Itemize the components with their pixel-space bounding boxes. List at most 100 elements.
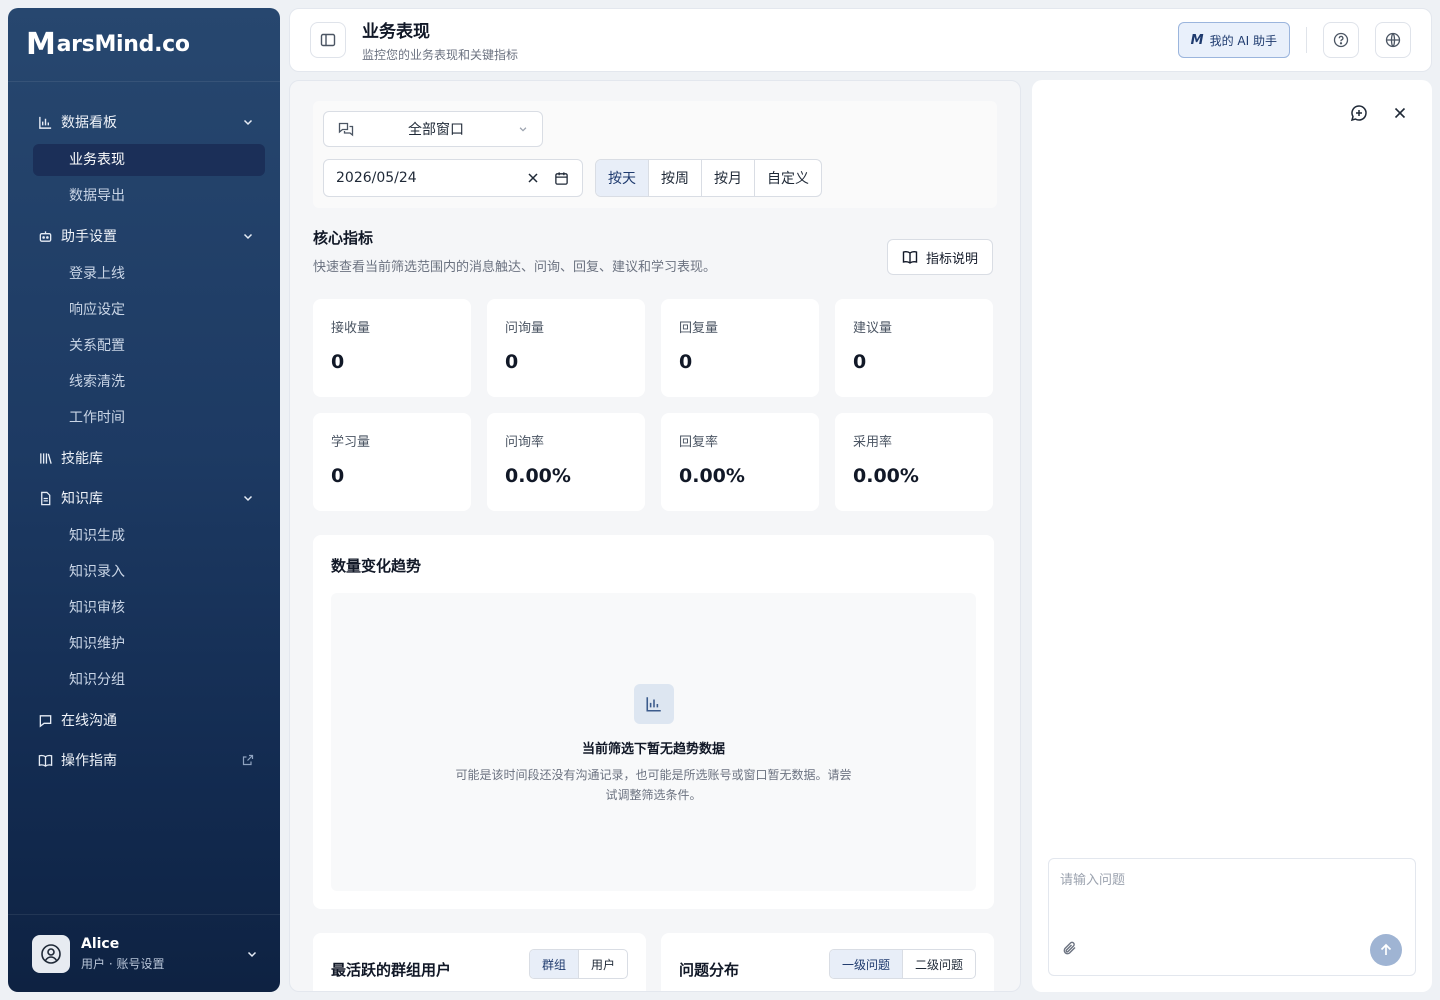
trend-card: 数量变化趋势 当前筛选下暂无趋势数据 可能是该时间段还没有沟通记录，也可能是所选…	[313, 535, 994, 909]
sidebar-item-knowledge-generate[interactable]: 知识生成	[33, 520, 265, 552]
tab-users[interactable]: 用户	[578, 950, 627, 978]
brand-m-icon: M	[1190, 32, 1204, 48]
metric-label: 接收量	[331, 321, 371, 336]
metric-label: 问询率	[505, 435, 545, 450]
metric-label: 建议量	[853, 321, 893, 336]
metric-value: 0	[679, 351, 693, 373]
sidebar-item-relations[interactable]: 关系配置	[33, 330, 265, 362]
clear-date-icon[interactable]	[524, 169, 542, 187]
metric-value: 0	[331, 465, 345, 487]
calendar-icon[interactable]	[552, 169, 570, 187]
date-value: 2026/05/24	[336, 170, 417, 186]
paperclip-icon[interactable]	[1061, 939, 1079, 957]
metric-card: 回复率 0.00%	[661, 413, 819, 511]
library-icon	[37, 450, 53, 466]
sidebar-item-data-export[interactable]: 数据导出	[33, 180, 265, 212]
globe-icon	[1385, 32, 1401, 48]
sidebar-item-lead-cleaning[interactable]: 线索清洗	[33, 366, 265, 398]
tab-level-1[interactable]: 一级问题	[830, 950, 903, 978]
sidebar-item-business-performance[interactable]: 业务表现	[33, 144, 265, 176]
question-level-toggle: 一级问题 二级问题	[829, 949, 977, 979]
metric-value: 0.00%	[505, 465, 571, 487]
empty-state-desc: 可能是该时间段还没有沟通记录，也可能是所选账号或窗口暂无数据。请尝试调整筛选条件…	[455, 767, 852, 802]
document-icon	[37, 490, 53, 506]
sidebar-item-knowledge-maintain[interactable]: 知识维护	[33, 628, 265, 660]
ai-assistant-panel	[1032, 80, 1432, 992]
language-button[interactable]	[1375, 22, 1411, 58]
brand-logo[interactable]: MarsMind.co	[8, 8, 280, 82]
ai-assistant-label: 我的 AI 助手	[1209, 33, 1277, 48]
nav-group-assistant-settings[interactable]: 助手设置	[8, 216, 280, 256]
chevron-down-icon	[243, 119, 253, 126]
toggle-sidebar-button[interactable]	[310, 22, 346, 58]
core-metrics-title: 核心指标	[313, 229, 374, 247]
active-users-toggle: 群组 用户	[529, 949, 629, 979]
tab-level-2[interactable]: 二级问题	[902, 950, 975, 978]
metric-label: 问询量	[505, 321, 545, 336]
question-distribution-title: 问题分布	[679, 961, 740, 979]
metric-card: 问询量 0	[487, 299, 645, 397]
chat-bubbles-icon	[338, 122, 354, 137]
close-panel-button[interactable]	[1389, 102, 1411, 124]
nav-group-label: 助手设置	[61, 229, 117, 245]
top-header: 业务表现 监控您的业务表现和关键指标 M 我的 AI 助手	[289, 8, 1432, 72]
arrow-up-icon	[1380, 943, 1392, 955]
ai-assistant-button[interactable]: M 我的 AI 助手	[1177, 22, 1290, 58]
metric-card: 回复量 0	[661, 299, 819, 397]
empty-state-title: 当前筛选下暂无趋势数据	[581, 741, 725, 757]
period-day-button[interactable]: 按天	[596, 160, 648, 196]
user-menu[interactable]: Alice 用户 · 账号设置	[8, 914, 280, 992]
trend-empty-state: 当前筛选下暂无趋势数据 可能是该时间段还没有沟通记录，也可能是所选账号或窗口暂无…	[331, 593, 976, 891]
active-users-title: 最活跃的群组用户	[331, 961, 452, 979]
close-icon	[1394, 107, 1406, 119]
metric-label: 采用率	[853, 435, 893, 450]
send-button[interactable]	[1370, 934, 1402, 966]
chat-input[interactable]	[1060, 869, 1400, 929]
avatar	[32, 934, 70, 973]
sidebar: MarsMind.co 数据看板 业务表现 数据导出 助手设置 登录上线 响应设…	[8, 8, 280, 992]
core-metrics-desc: 快速查看当前筛选范围内的消息触达、问询、回复、建议和学习表现。	[313, 260, 717, 275]
help-circle-icon	[1333, 32, 1349, 48]
window-select-value: 全部窗口	[408, 122, 464, 138]
page-subtitle: 监控您的业务表现和关键指标	[362, 48, 519, 62]
period-custom-button[interactable]: 自定义	[754, 160, 821, 196]
nav-group-dashboard[interactable]: 数据看板	[8, 102, 280, 142]
nav-group-knowledge[interactable]: 知识库	[8, 478, 280, 518]
sidebar-item-work-hours[interactable]: 工作时间	[33, 402, 265, 434]
chevron-down-icon	[243, 233, 253, 240]
period-week-button[interactable]: 按周	[648, 160, 701, 196]
sidebar-item-knowledge-review[interactable]: 知识审核	[33, 592, 265, 624]
nav-group-skills[interactable]: 技能库	[8, 438, 280, 478]
logo-mark: M	[26, 27, 56, 62]
nav-group-label: 操作指南	[61, 753, 117, 769]
metrics-doc-button[interactable]: 指标说明	[887, 239, 993, 275]
tab-groups[interactable]: 群组	[530, 950, 579, 978]
metrics-doc-label: 指标说明	[925, 251, 978, 267]
nav-group-guide[interactable]: 操作指南	[8, 740, 280, 780]
metric-card: 接收量 0	[313, 299, 471, 397]
date-field[interactable]: 2026/05/24	[323, 159, 583, 197]
help-button[interactable]	[1323, 22, 1359, 58]
book-icon	[37, 752, 53, 768]
metric-value: 0.00%	[853, 465, 919, 487]
nav-group-online-chat[interactable]: 在线沟通	[8, 700, 280, 740]
nav-group-label: 在线沟通	[61, 713, 117, 729]
chevron-down-icon	[243, 495, 253, 502]
sidebar-nav: 数据看板 业务表现 数据导出 助手设置 登录上线 响应设定 关系配置 线索清洗 …	[8, 82, 280, 780]
metric-value: 0.00%	[679, 465, 745, 487]
period-month-button[interactable]: 按月	[701, 160, 754, 196]
sidebar-item-knowledge-groups[interactable]: 知识分组	[33, 664, 265, 696]
bar-chart-icon	[633, 683, 674, 724]
metric-label: 回复率	[679, 435, 719, 450]
period-toggle: 按天 按周 按月 自定义	[595, 159, 822, 197]
sidebar-item-knowledge-entry[interactable]: 知识录入	[33, 556, 265, 588]
chat-icon	[37, 712, 53, 728]
main-content: 全部窗口 2026/05/24 按天 按周 按月 自定义 核心指标 快速查看当前…	[289, 80, 1021, 992]
active-users-card: 最活跃的群组用户 群组 用户	[313, 933, 646, 991]
window-select[interactable]: 全部窗口	[323, 111, 543, 147]
metric-card: 建议量 0	[835, 299, 993, 397]
sidebar-item-response[interactable]: 响应设定	[33, 294, 265, 326]
metric-card: 采用率 0.00%	[835, 413, 993, 511]
new-chat-button[interactable]	[1348, 102, 1370, 124]
sidebar-item-login[interactable]: 登录上线	[33, 258, 265, 290]
